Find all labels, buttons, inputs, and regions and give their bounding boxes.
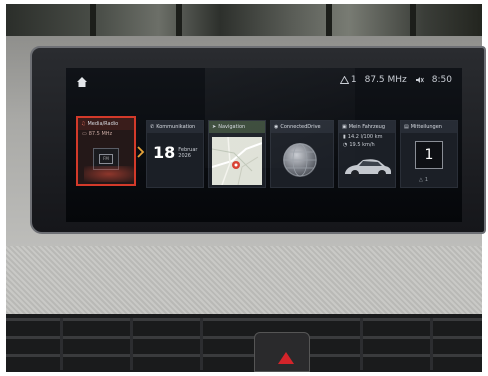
tile-connected-drive-title: ConnectedDrive	[280, 124, 321, 130]
warning-indicator[interactable]: 1	[339, 75, 357, 85]
fahrzeug-line-2: ◔ 19.5 km/h	[339, 141, 395, 149]
navigation-map	[212, 137, 262, 185]
vent-bar	[6, 318, 482, 321]
vent-slat	[200, 318, 203, 370]
mitteilungen-footer-count: 1	[424, 177, 429, 183]
vent-bar	[6, 336, 482, 339]
tile-mein-fahrzeug-title: Mein Fahrzeug	[348, 124, 386, 130]
clock: 8:50	[431, 75, 452, 85]
strip-slat	[176, 4, 182, 38]
vent-slat	[360, 318, 363, 370]
status-bar: 1 87.5 MHz 8:50	[66, 68, 462, 94]
idrive-screen: 1 87.5 MHz 8:50 ♫ Media/Radio ▭ 87.5 MHz	[66, 68, 462, 222]
tile-navigation-header: ➤ Navigation	[209, 121, 265, 133]
globe-icon	[283, 143, 317, 177]
car-icon: ▣	[342, 124, 347, 130]
speed-icon: ◔	[343, 142, 348, 148]
tile-media-subtitle-row: ▭ 87.5 MHz	[78, 130, 134, 138]
connected-drive-icon: ◉	[274, 124, 279, 130]
strip-slat	[90, 4, 96, 38]
vent-slat	[130, 318, 133, 370]
tile-media-radio[interactable]: ♫ Media/Radio ▭ 87.5 MHz FM	[76, 116, 136, 186]
tile-mitteilungen-header: ▤ Mitteilungen	[401, 121, 457, 133]
navigation-arrow-icon: ➤	[212, 124, 217, 130]
dashboard-ledge	[6, 246, 482, 316]
tile-kommunikation-header: ✆ Kommunikation	[147, 121, 203, 133]
fahrzeug-consumption: 14.2 l/100 km	[347, 134, 383, 140]
warning-small-icon: △	[419, 177, 423, 183]
car-interior-scene: 1 87.5 MHz 8:50 ♫ Media/Radio ▭ 87.5 MHz	[0, 0, 488, 376]
tile-kommunikation[interactable]: ✆ Kommunikation 18 Februar 2026	[146, 120, 204, 188]
fahrzeug-line-1: ▮ 14.2 l/100 km	[339, 133, 395, 141]
chevron-right-icon	[137, 146, 145, 158]
strip-slat	[410, 4, 416, 38]
radio-icon: ▭	[82, 131, 87, 137]
vent-slat	[60, 318, 63, 370]
tile-connected-drive[interactable]: ◉ ConnectedDrive	[270, 120, 334, 188]
hazard-triangle-icon	[278, 352, 294, 364]
tile-navigation-title: Navigation	[218, 124, 246, 130]
date-month-year: Februar 2026	[178, 147, 197, 159]
mitteilungen-footer: △ 1	[419, 177, 428, 183]
vent-slat	[430, 318, 433, 370]
station-art-label: FM	[99, 154, 113, 164]
date-year: 2026	[178, 152, 191, 159]
vent-bar	[6, 354, 482, 357]
tile-mein-fahrzeug-header: ▣ Mein Fahrzeug	[339, 121, 395, 133]
fuel-icon: ▮	[343, 134, 346, 140]
message-icon: ▤	[404, 124, 409, 130]
status-right-group: 1 87.5 MHz 8:50	[339, 75, 452, 85]
phone-icon: ✆	[150, 124, 155, 130]
tile-mein-fahrzeug[interactable]: ▣ Mein Fahrzeug ▮ 14.2 l/100 km ◔ 19.5 k…	[338, 120, 396, 188]
radio-frequency: 87.5 MHz	[364, 75, 407, 85]
notification-count: 1	[424, 147, 434, 163]
date-day: 18	[153, 143, 176, 162]
tile-navigation[interactable]: ➤ Navigation	[208, 120, 266, 188]
mute-icon	[415, 77, 424, 83]
windshield-strip	[6, 4, 482, 38]
notification-count-box: 1	[415, 141, 443, 169]
media-glow	[84, 166, 134, 182]
tile-mitteilungen-title: Mitteilungen	[410, 124, 442, 130]
warning-icon	[339, 76, 349, 84]
warning-count: 1	[350, 75, 357, 85]
tile-media-title: Media/Radio	[87, 121, 119, 127]
home-icon[interactable]	[76, 76, 88, 88]
tile-media-subtitle: 87.5 MHz	[88, 131, 113, 137]
air-vent-area	[6, 314, 482, 372]
tile-kommunikation-title: Kommunikation	[156, 124, 196, 130]
music-note-icon: ♫	[81, 121, 86, 127]
strip-slat	[326, 4, 332, 38]
map-roads	[212, 137, 262, 185]
tile-media-header: ♫ Media/Radio	[78, 118, 134, 130]
fahrzeug-speed: 19.5 km/h	[349, 142, 375, 148]
tile-mitteilungen[interactable]: ▤ Mitteilungen 1 △ 1	[400, 120, 458, 188]
date-display: 18 Februar 2026	[153, 143, 197, 162]
tile-connected-drive-header: ◉ ConnectedDrive	[271, 121, 333, 133]
vehicle-image	[345, 159, 391, 178]
